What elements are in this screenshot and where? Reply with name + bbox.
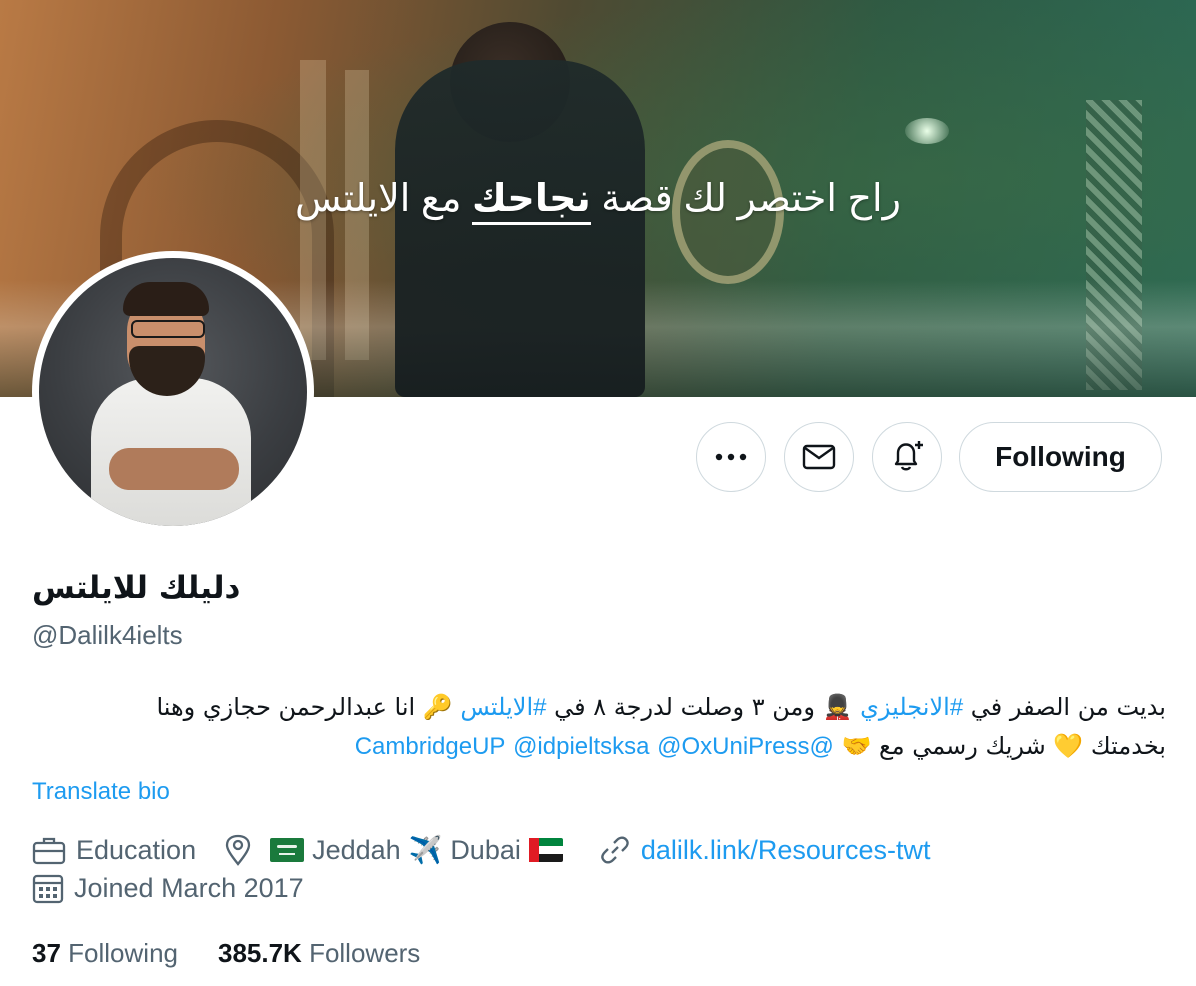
bio-text: 💂 ومن ٣ وصلت لدرجة ٨ في <box>546 693 861 721</box>
mail-icon <box>802 444 836 470</box>
banner-tagline-emphasis: نجاحك <box>472 178 591 225</box>
bell-plus-icon <box>894 441 923 471</box>
banner-speaker <box>395 60 645 397</box>
banner-tagline-prefix: راح اختصر لك قصة <box>590 178 901 220</box>
avatar-hair <box>123 282 209 316</box>
bio-text: 🔑 انا عبدالرحمن حجازي وهنا <box>156 693 461 721</box>
banner-lamp <box>905 118 949 144</box>
joined-label: Joined March 2017 <box>74 872 304 903</box>
avatar-photo <box>39 258 307 526</box>
message-button[interactable] <box>784 422 854 492</box>
bio-text: بخدمتك 💛 شريك رسمي مع 🤝 <box>833 732 1166 760</box>
link-icon <box>601 836 629 864</box>
banner-tagline-suffix: مع الايلتس <box>295 178 473 220</box>
bio-text: بديت من الصفر في <box>963 693 1166 721</box>
briefcase-icon <box>32 837 66 865</box>
following-count: 37 <box>32 938 61 968</box>
uae-flag-icon <box>528 838 563 862</box>
handle: @Dalilk4ielts <box>32 620 183 650</box>
avatar[interactable] <box>32 251 314 533</box>
avatar-glasses <box>131 320 205 338</box>
category: Education <box>32 835 196 866</box>
location-a: Jeddah <box>312 834 401 865</box>
bio-line-2: بخدمتك 💛 شريك رسمي مع 🤝 @CambridgeUP @id… <box>30 727 1166 766</box>
following-stat[interactable]: 37 Following <box>32 938 178 969</box>
following-label: Following <box>68 938 178 968</box>
more-icon <box>715 453 747 461</box>
profile-meta-joined: Joined March 2017 <box>32 872 332 904</box>
followers-label: Followers <box>309 938 421 968</box>
location: Jeddah ✈️ Dubai <box>224 834 571 866</box>
mention-link[interactable]: @idpieltsksa <box>513 733 649 760</box>
translate-bio-link[interactable]: Translate bio <box>32 778 170 806</box>
followers-count: 385.7K <box>217 938 302 968</box>
hashtag-link[interactable]: #الانجليزي <box>860 694 963 721</box>
saudi-flag-icon <box>270 838 305 862</box>
mention-link[interactable]: @OxUniPress <box>657 733 809 760</box>
bio: بديت من الصفر في #الانجليزي 💂 ومن ٣ وصلت… <box>30 688 1166 766</box>
profile-meta: Education Jeddah ✈️ Dubai dalilk.link/Re… <box>32 834 958 866</box>
following-button[interactable]: Following <box>959 422 1162 492</box>
more-button[interactable] <box>696 422 766 492</box>
calendar-icon <box>32 874 64 904</box>
website-link[interactable]: dalilk.link/Resources-twt <box>641 835 931 866</box>
notify-button[interactable] <box>872 422 942 492</box>
avatar-arms <box>109 448 239 490</box>
hashtag-link[interactable]: #الايلتس <box>460 694 546 721</box>
joined: Joined March 2017 <box>32 872 304 904</box>
category-label: Education <box>76 834 197 865</box>
bio-line-1: بديت من الصفر في #الانجليزي 💂 ومن ٣ وصلت… <box>30 688 1166 727</box>
banner-tagline: راح اختصر لك قصة نجاحك مع الايلتس <box>0 176 1196 225</box>
profile-stats: 37 Following 385.7K Followers <box>32 938 460 969</box>
airplane-icon: ✈️ <box>408 835 443 865</box>
website[interactable]: dalilk.link/Resources-twt <box>599 834 931 866</box>
location-pin-icon <box>225 834 251 866</box>
display-name: دليلك للايلتس <box>32 570 241 606</box>
followers-stat[interactable]: 385.7K Followers <box>218 938 420 969</box>
location-b: Dubai <box>450 834 521 865</box>
